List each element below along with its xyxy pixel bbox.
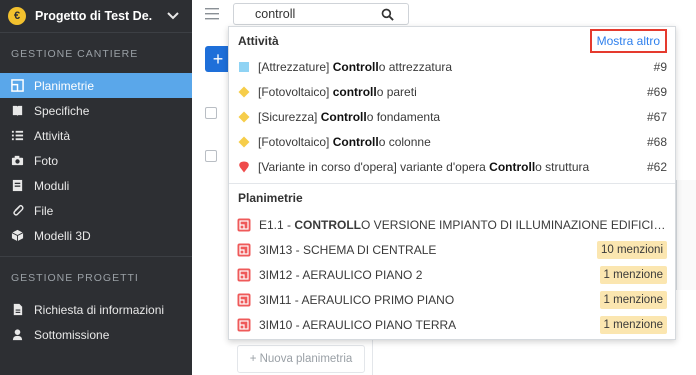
plan-result-text: 3IM13 - SCHEMA DI CENTRALE: [259, 242, 437, 257]
task-square-icon: [239, 61, 249, 72]
list-icon: [10, 129, 24, 143]
document-icon: [10, 303, 24, 317]
row-checkbox[interactable]: [205, 150, 217, 162]
floorplan-icon: [237, 318, 251, 331]
sidebar-item-richiesta-informazioni[interactable]: Richiesta di informazioni: [0, 297, 192, 322]
row-checkbox[interactable]: [205, 107, 217, 119]
new-plan-button[interactable]: + Nuova planimetria: [237, 345, 365, 373]
plan-result-text: 3IM10 - AERAULICO PIANO TERRA: [259, 317, 457, 332]
floorplan-icon: [10, 79, 24, 93]
activity-result-text: [Variante in corso d'opera] variante d'o…: [258, 159, 590, 174]
sidebar-item-sottomissione[interactable]: Sottomissione: [0, 322, 192, 347]
sidebar-item-label: Modelli 3D: [34, 228, 91, 243]
activity-number: #62: [646, 159, 667, 174]
sidebar-item-file[interactable]: File: [0, 198, 192, 223]
task-diamond-icon: [238, 86, 250, 97]
activity-result-text: [Attrezzature] Controllo attrezzatura: [258, 59, 453, 74]
plan-result-text: E1.1 - CONTROLLO VERSIONE IMPIANTO DI IL…: [259, 217, 667, 232]
sidebar-item-label: Moduli: [34, 178, 70, 193]
project-logo-letter: €: [13, 10, 21, 22]
floorplan-icon: [237, 243, 251, 256]
mentions-badge: 1 menzione: [599, 265, 667, 284]
section-title-projects: GESTIONE PROGETTI: [11, 272, 139, 284]
project-selector[interactable]: € Progetto di Test De...: [0, 0, 192, 32]
activity-result-item[interactable]: [Sicurezza] Controllo fondamenta #67: [229, 104, 675, 129]
book-icon: [10, 104, 24, 118]
activity-number: #9: [653, 59, 667, 74]
floorplan-icon: [237, 218, 251, 231]
activity-result-item[interactable]: [Fotovoltaico] controllo pareti #69: [229, 79, 675, 104]
sidebar-item-foto[interactable]: Foto: [0, 148, 192, 173]
activity-result-item[interactable]: [Attrezzature] Controllo attrezzatura #9: [229, 54, 675, 79]
section-title-site: GESTIONE CANTIERE: [11, 48, 139, 60]
form-icon: [10, 179, 24, 193]
sidebar-item-label: Planimetrie: [34, 78, 95, 93]
search-results-dropdown: Attività Mostra altro [Attrezzature] Con…: [228, 26, 676, 340]
sidebar-item-specifiche[interactable]: Specifiche: [0, 98, 192, 123]
plan-thumbnail: [676, 180, 696, 290]
sidebar-item-label: File: [34, 203, 54, 218]
plan-result-text: 3IM11 - AERAULICO PRIMO PIANO: [259, 292, 455, 307]
sidebar-item-moduli[interactable]: Moduli: [0, 173, 192, 198]
show-more-link[interactable]: Mostra altro: [589, 28, 667, 53]
task-diamond-icon: [238, 111, 250, 122]
activity-number: #67: [646, 109, 667, 124]
search-box[interactable]: [233, 3, 409, 25]
floorplan-icon: [237, 268, 251, 281]
hamburger-menu-icon[interactable]: [205, 8, 219, 20]
cube-icon: [10, 229, 24, 243]
mentions-badge: 1 menzione: [599, 290, 667, 309]
activity-result-item[interactable]: [Fotovoltaico] Controllo colonne #68: [229, 129, 675, 154]
sidebar-item-modelli-3d[interactable]: Modelli 3D: [0, 223, 192, 248]
plan-result-item[interactable]: E1.1 - CONTROLLO VERSIONE IMPIANTO DI IL…: [229, 212, 675, 237]
sidebar: € Progetto di Test De... GESTIONE CANTIE…: [0, 0, 192, 375]
activity-result-item[interactable]: [Variante in corso d'opera] variante d'o…: [229, 154, 675, 179]
paperclip-icon: [10, 204, 24, 218]
plan-result-item[interactable]: 3IM10 - AERAULICO PIANO TERRA 1 menzione: [229, 312, 675, 337]
plan-result-item[interactable]: 3IM13 - SCHEMA DI CENTRALE 10 menzioni: [229, 237, 675, 262]
sidebar-item-label: Specifiche: [34, 103, 90, 118]
chevron-down-icon[interactable]: [165, 8, 181, 24]
project-logo: €: [8, 7, 26, 25]
activity-number: #68: [646, 134, 667, 149]
sidebar-item-attivita[interactable]: Attività: [0, 123, 192, 148]
activities-section-title: Attività: [238, 33, 279, 48]
activity-result-text: [Fotovoltaico] controllo pareti: [258, 84, 417, 99]
search-input[interactable]: [255, 7, 375, 21]
plan-result-item[interactable]: 3IM11 - AERAULICO PRIMO PIANO 1 menzione: [229, 287, 675, 312]
task-diamond-icon: [238, 136, 250, 147]
person-icon: [10, 328, 24, 342]
plans-section-title: Planimetrie: [238, 191, 303, 205]
map-pin-icon: [239, 161, 249, 172]
plan-result-text: 3IM12 - AERAULICO PIANO 2: [259, 267, 423, 282]
sidebar-item-label: Sottomissione: [34, 327, 110, 342]
sidebar-item-label: Attività: [34, 128, 71, 143]
sidebar-item-label: Foto: [34, 153, 59, 168]
activity-result-text: [Sicurezza] Controllo fondamenta: [258, 109, 441, 124]
sidebar-item-label: Richiesta di informazioni: [34, 302, 165, 317]
activity-number: #69: [646, 84, 667, 99]
camera-icon: [10, 154, 24, 168]
sidebar-item-planimetrie[interactable]: Planimetrie: [0, 73, 192, 98]
activity-result-text: [Fotovoltaico] Controllo colonne: [258, 134, 431, 149]
mentions-badge: 10 menzioni: [596, 240, 667, 259]
search-icon[interactable]: [381, 8, 394, 21]
floorplan-icon: [237, 293, 251, 306]
mentions-badge: 1 menzione: [599, 315, 667, 334]
plan-result-item[interactable]: 3IM12 - AERAULICO PIANO 2 1 menzione: [229, 262, 675, 287]
project-name: Progetto di Test De...: [35, 9, 153, 23]
